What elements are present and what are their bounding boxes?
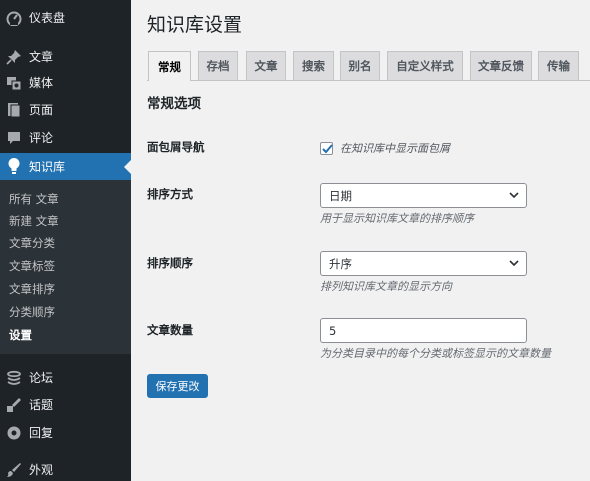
replies-icon [6,424,22,442]
knowledge-base-submenu: 所有 文章 新建 文章 文章分类 文章标签 文章排序 分类顺序 设置 [0,180,131,354]
article-count-input[interactable]: 5 [320,318,527,343]
breadcrumbs-label: 面包屑导航 [147,140,205,154]
brush-icon [6,461,22,479]
menu-replies[interactable]: 回复 [0,420,131,446]
article-count-label: 文章数量 [147,323,193,337]
tab-transfer[interactable]: 传输 [538,51,579,80]
sort-by-select[interactable]: 日期 [320,183,527,208]
pin-icon [6,48,22,66]
forums-icon [6,369,22,387]
dashboard-icon [6,9,22,27]
page-icon [6,101,22,119]
menu-comments[interactable]: 评论 [0,125,131,151]
checkmark-icon [322,144,333,154]
submenu-article-sorting[interactable]: 文章排序 [9,281,55,297]
sort-order-select[interactable]: 升序 [320,251,527,276]
tab-slugs[interactable]: 别名 [340,51,380,80]
submenu-category-order[interactable]: 分类顺序 [9,304,55,320]
page-title: 知识库设置 [147,14,243,36]
topics-icon [6,396,22,414]
sort-by-label: 排序方式 [147,187,193,201]
breadcrumbs-checkbox-label[interactable]: 在知识库中显示面包屑 [340,141,450,156]
menu-appearance[interactable]: 外观 [0,457,131,481]
lightbulb-icon [6,157,22,175]
tab-article-feedback[interactable]: 文章反馈 [470,51,532,80]
submenu-new-article[interactable]: 新建 文章 [9,213,59,229]
tab-search[interactable]: 搜索 [293,51,334,80]
menu-appearance-label: 外观 [29,463,54,477]
menu-topics-label: 话题 [29,398,54,412]
tab-divider [147,80,590,81]
article-count-description: 为分类目录中的每个分类或标签显示的文章数量 [320,347,551,360]
tab-articles[interactable]: 文章 [246,51,286,80]
chevron-down-icon [509,260,519,267]
comment-icon [6,129,22,147]
breadcrumbs-checkbox[interactable] [320,142,333,155]
section-title: 常规选项 [147,96,201,112]
submenu-article-tags[interactable]: 文章标签 [9,258,55,274]
tab-archive[interactable]: 存档 [198,51,238,80]
menu-media-label: 媒体 [29,76,54,90]
menu-comments-label: 评论 [29,131,54,145]
article-count-value: 5 [329,324,337,338]
sort-by-value: 日期 [329,189,352,203]
menu-knowledge-base[interactable]: 知识库 [0,153,131,181]
media-icon [6,74,22,92]
menu-dashboard[interactable]: 仪表盘 [0,5,131,31]
tab-custom-styles[interactable]: 自定义样式 [387,51,463,80]
menu-knowledge-base-label: 知识库 [29,160,66,174]
sort-by-description: 用于显示知识库文章的排序顺序 [320,212,474,225]
menu-dashboard-label: 仪表盘 [29,11,66,25]
submenu-settings[interactable]: 设置 [9,327,32,343]
menu-media[interactable]: 媒体 [0,70,131,96]
save-changes-button[interactable]: 保存更改 [147,374,208,398]
menu-topics[interactable]: 话题 [0,392,131,418]
menu-forums[interactable]: 论坛 [0,365,131,391]
menu-posts-label: 文章 [29,50,54,64]
admin-sidebar: 仪表盘 文章 媒体 页面 评论 知识库 所有 文章 新建 文章 文章分类 文章标… [0,0,131,481]
sort-order-value: 升序 [329,257,352,271]
main-content: 知识库设置 常规 存档 文章 搜索 别名 自定义样式 文章反馈 传输 常规选项 … [131,0,590,481]
menu-pages-label: 页面 [29,103,54,117]
submenu-all-articles[interactable]: 所有 文章 [9,191,59,207]
menu-replies-label: 回复 [29,426,54,440]
menu-forums-label: 论坛 [29,371,54,385]
chevron-down-icon [509,192,519,199]
submenu-article-categories[interactable]: 文章分类 [9,235,55,251]
menu-pages[interactable]: 页面 [0,97,131,123]
tab-general[interactable]: 常规 [148,51,191,81]
sort-order-label: 排序顺序 [147,256,193,270]
sort-order-description: 排列知识库文章的显示方向 [320,280,452,293]
menu-posts[interactable]: 文章 [0,44,131,70]
